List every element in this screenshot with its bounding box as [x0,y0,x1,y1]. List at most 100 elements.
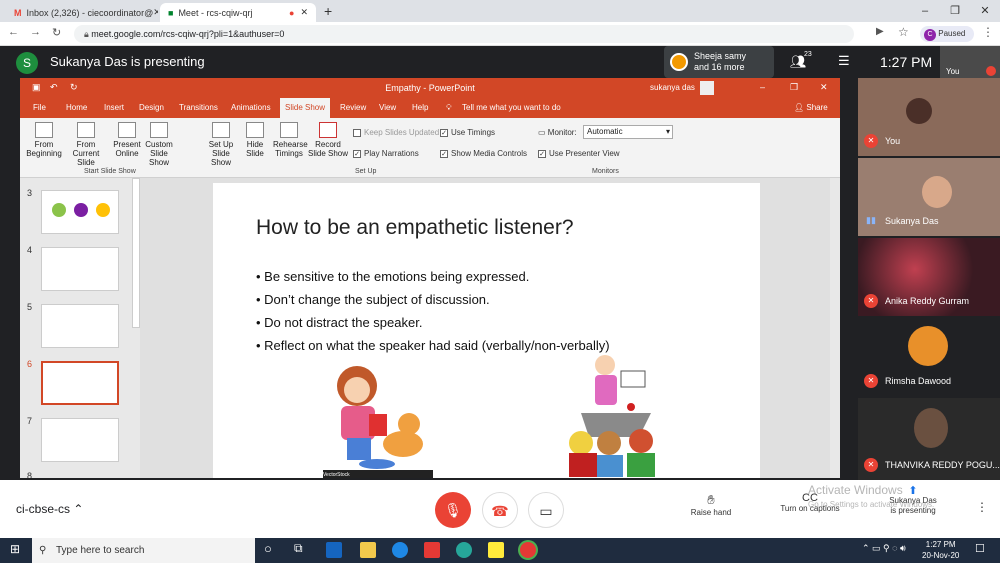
slide-thumbnail[interactable] [41,418,119,462]
keep-updated-checkbox[interactable]: Keep Slides Updated [353,128,439,137]
show-media-checkbox[interactable]: ✓ Show Media Controls [440,149,527,158]
from-current-button[interactable]: From Current Slide [64,122,108,167]
current-slide[interactable]: How to be an empathetic listener? • Be s… [213,183,760,478]
slide-title: How to be an empathetic listener? [256,216,574,239]
more-options-icon[interactable]: ⋮ [976,500,988,514]
undo-icon[interactable]: ↶ [50,82,58,93]
play-narrations-checkbox[interactable]: ✓ Play Narrations [353,149,419,158]
check-icon: ✓ [538,149,546,158]
participant-tile[interactable]: ✕ Anika Reddy Gurram [858,238,1000,316]
speaking-icon: ▮▮ [866,215,876,225]
thumbnail-shape [74,203,88,217]
taskbar-search-input[interactable]: ⚲ Type here to search [32,538,255,563]
menu-dots-icon[interactable]: ⋮ [982,25,994,39]
system-tray-icons[interactable]: ⌃ ▭ ⚲ ◌ 🔊︎ [862,543,906,554]
hide-slide-icon [246,122,264,138]
monitor-text: Monitor: [547,128,577,137]
cortana-icon[interactable]: ○ [264,541,272,556]
url-input[interactable]: 🔒︎ meet.google.com/rcs-cqiw-qrj?pli=1&au… [74,25,854,43]
profile-status: Paused [938,29,966,38]
taskbar-time: 1:27 PM [925,540,956,549]
chat-icon[interactable]: ☰ [838,53,850,69]
leave-call-button[interactable]: ☎︎ [482,492,518,528]
window-close-button[interactable]: ✕ [970,0,1000,22]
bullet-item: • Do not distract the speaker. [256,315,423,330]
camera-toggle-button[interactable]: ▭ [528,492,564,528]
star-icon[interactable]: ☆ [898,25,909,39]
sticky-notes-icon[interactable] [488,542,504,558]
participant-tile[interactable]: ✕ Rimsha Dawood [858,318,1000,396]
taskbar-clock[interactable]: 1:27 PM 20-Nov-20 [922,539,959,561]
internet-explorer-icon[interactable] [392,542,408,558]
participant-name: Sukanya Das [885,216,939,226]
mic-off-icon: ✕ [864,458,878,472]
record-button[interactable]: Record Slide Show [307,122,349,158]
slide-thumbnail[interactable] [41,304,119,348]
present-online-button[interactable]: Present Online [112,122,142,158]
tab-file[interactable]: File [33,98,46,118]
self-view-tile[interactable]: You [940,46,1000,78]
anydesk-icon[interactable] [424,542,440,558]
reload-icon[interactable]: ↻ [52,26,61,39]
slide-thumbnail-selected[interactable] [41,361,119,405]
hide-slide-button[interactable]: Hide Slide [242,122,268,158]
tell-me-input[interactable]: Tell me what you want to do [462,98,561,118]
camera-icon[interactable]: ▶ [876,26,884,37]
tab-animations[interactable]: Animations [231,98,271,118]
tab-view[interactable]: View [379,98,396,118]
ppt-maximize-button[interactable]: ❐ [790,82,798,93]
file-explorer-icon[interactable] [360,542,376,558]
tab-home[interactable]: Home [66,98,87,118]
close-icon[interactable]: ✕ [153,7,158,18]
redo-icon[interactable]: ↻ [70,82,78,93]
use-timings-checkbox[interactable]: ✓ Use Timings [440,128,495,137]
tab-help[interactable]: Help [412,98,428,118]
rehearse-button[interactable]: Rehearse Timings [273,122,308,158]
outlook-icon[interactable] [326,542,342,558]
tab-gmail[interactable]: M Inbox (2,326) - ciecoordinator@ ✕ [6,3,158,22]
maximize-button[interactable]: ❐ [940,0,970,22]
tab-meet[interactable]: ■ Meet - rcs-cqiw-qrj ● ✕ [160,3,316,22]
phone-hangup-icon: ☎︎ [491,503,509,519]
tab-design[interactable]: Design [139,98,164,118]
avatar[interactable] [700,81,714,95]
ppt-close-button[interactable]: ✕ [820,82,828,93]
monitor-select[interactable]: Automatic ▾ [583,125,673,139]
tab-slide-show[interactable]: Slide Show [280,98,330,118]
back-icon[interactable]: ← [8,26,19,38]
meeting-details-button[interactable]: ci-cbse-cs ⌃ [16,502,83,516]
new-tab-button[interactable]: + [324,3,332,19]
tab-review[interactable]: Review [340,98,366,118]
presenter-view-label: Use Presenter View [549,149,620,158]
mic-toggle-button[interactable]: 🎙︎ [435,492,471,528]
avatar: C [924,29,936,41]
profile-button[interactable]: C Paused [920,26,974,42]
slide-thumbnail[interactable] [41,190,119,234]
participant-tile[interactable]: ✕ You [858,78,1000,156]
slide-thumbnail[interactable] [41,247,119,291]
participant-tile[interactable]: ▮▮ Sukanya Das [858,158,1000,236]
activate-windows-subtext: Go to Settings to activate Windows. [808,500,935,509]
task-view-icon[interactable]: ⧉ [294,541,303,556]
ppt-minimize-button[interactable]: – [760,82,765,92]
windows-start-icon[interactable]: ⊞ [10,542,20,556]
thumbnail-scrollbar[interactable] [132,178,140,328]
presenter-view-checkbox[interactable]: ✓ Use Presenter View [538,149,620,158]
participant-tile[interactable]: ✕ THANVIKA REDDY POGU... [858,398,1000,480]
setup-show-button[interactable]: Set Up Slide Show [202,122,240,167]
tab-transitions[interactable]: Transitions [179,98,218,118]
tab-insert[interactable]: Insert [104,98,124,118]
chrome-icon[interactable] [520,542,536,558]
self-label: You [946,67,960,76]
custom-show-button[interactable]: Custom Slide Show [144,122,174,167]
share-button[interactable]: 👤︎ Share [794,98,828,118]
raise-hand-button[interactable]: ✋︎ Raise hand [686,492,736,517]
notification-icon[interactable]: ☐ [975,542,985,555]
close-icon[interactable]: ✕ [300,7,308,18]
edge-icon[interactable] [456,542,472,558]
save-icon[interactable]: ▣ [32,82,41,93]
slide-scrollbar[interactable] [830,178,840,478]
forward-icon[interactable]: → [30,26,41,38]
from-beginning-button[interactable]: From Beginning [26,122,62,158]
minimize-button[interactable]: – [910,0,940,22]
